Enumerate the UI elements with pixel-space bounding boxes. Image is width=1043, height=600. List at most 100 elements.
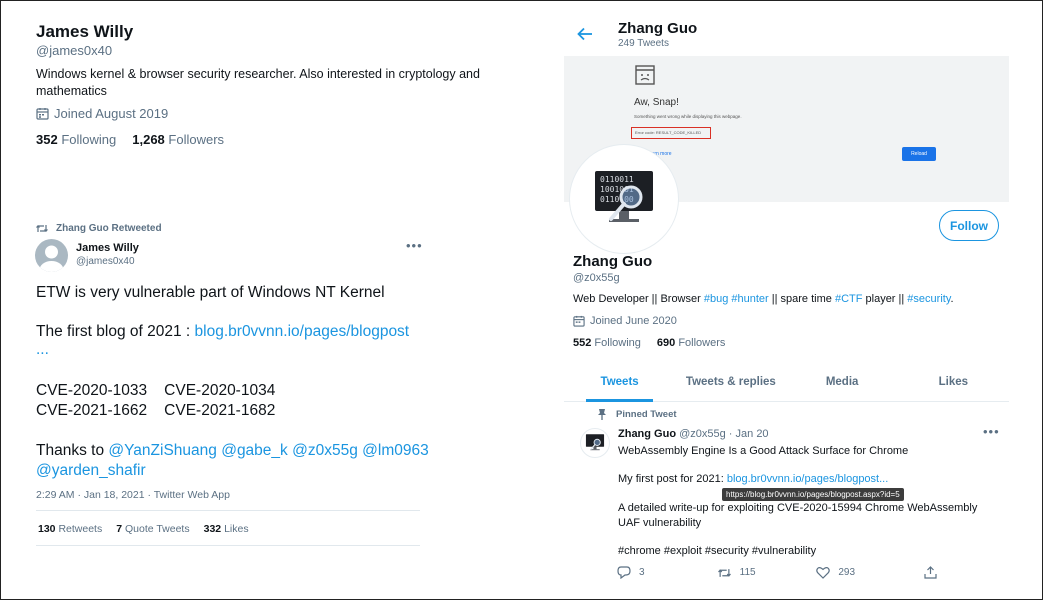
tweet-text: My first post for 2021: (618, 473, 727, 485)
left-profile-stats: 352 Following 1,268 Followers (36, 132, 224, 147)
calendar-icon (573, 315, 585, 327)
bio-text: Web Developer || Browser (573, 293, 704, 305)
quotes-count: 7 (116, 523, 123, 535)
following-label: Following (61, 132, 117, 147)
bio-text: || spare time (768, 293, 835, 305)
following-link[interactable]: 352 Following (36, 132, 116, 147)
retweet-icon (717, 567, 732, 579)
profile-bio: Web Developer || Browser #bug #hunter ||… (573, 293, 954, 305)
retweets-count-link[interactable]: 130 Retweets (38, 523, 102, 535)
tweet-text-line: The first blog of 2021 : blog.br0vvnn.io… (36, 323, 409, 341)
binary-magnifier-icon (585, 434, 605, 451)
retweet-author-handle: @james0x40 (76, 256, 135, 267)
tweet-text-line: @yarden_shafir (36, 462, 146, 480)
likes-count-link[interactable]: 332 Likes (204, 523, 249, 535)
share-button[interactable] (924, 566, 937, 579)
hashtag-link[interactable]: #CTF (835, 293, 863, 305)
left-profile-bio: Windows kernel & browser security resear… (36, 66, 486, 100)
tab-media[interactable]: Media (787, 362, 898, 401)
thanks-text: Thanks to (36, 442, 109, 459)
followers-link[interactable]: 690 Followers (657, 337, 726, 349)
retweet-button[interactable]: 115 (717, 566, 817, 579)
following-link[interactable]: 552 Following (573, 337, 641, 349)
avatar[interactable] (35, 239, 68, 272)
hashtags-line[interactable]: #chrome #exploit #security #vulnerabilit… (618, 545, 816, 557)
blog-link[interactable]: blog.br0vvnn.io/pages/blogpost (195, 323, 410, 340)
left-profile-joined: Joined August 2019 (36, 106, 168, 121)
joined-text: Joined August 2019 (54, 106, 169, 121)
pinned-label-text: Pinned Tweet (616, 408, 677, 420)
cve-id: CVE-2021-1662 (36, 402, 148, 419)
following-label: Following (594, 337, 641, 349)
profile-handle: @z0x55g (573, 272, 620, 284)
link-ellipsis[interactable]: ... (36, 341, 49, 358)
following-count: 552 (573, 337, 592, 349)
mention-link[interactable]: @lm0963 (362, 442, 429, 459)
bio-text: player || (862, 293, 908, 305)
followers-label: Followers (678, 337, 726, 349)
default-avatar-icon (39, 245, 64, 272)
tweet-timestamp[interactable]: 2:29 AM · Jan 18, 2021 · Twitter Web App (36, 489, 230, 501)
profile-name: Zhang Guo (573, 253, 653, 270)
likes-count: 332 (203, 523, 222, 535)
tab-tweets[interactable]: Tweets (564, 362, 675, 402)
blog-link[interactable]: blog.br0vvnn.io/pages/blogpost... (727, 473, 888, 485)
retweet-icon (36, 223, 48, 234)
profile-avatar[interactable]: 0110011 1001001 0110100 (570, 145, 678, 253)
reply-button[interactable]: 3 (617, 566, 717, 579)
tweet-text-line: Thanks to @YanZiShuang @gabe_k @z0x55g @… (36, 442, 429, 460)
mention-link[interactable]: @z0x55g (292, 442, 358, 459)
bio-line: Windows kernel & browser security resear… (36, 67, 480, 81)
hashtag-link[interactable]: #hunter (731, 293, 768, 305)
profile-stats: 552 Following 690 Followers (573, 337, 725, 349)
tweet-text: The first blog of 2021 : (36, 323, 195, 340)
reply-count: 3 (639, 567, 645, 578)
share-icon (924, 566, 937, 579)
quotes-count-link[interactable]: 7 Quote Tweets (116, 523, 189, 535)
cve-id: CVE-2020-1034 (164, 382, 276, 399)
pinned-author-name[interactable]: Zhang Guo (618, 428, 676, 440)
profile-tabs: Tweets Tweets & replies Media Likes (564, 362, 1009, 402)
hashtag-link[interactable]: #bug (704, 293, 728, 305)
avatar[interactable] (580, 428, 610, 458)
retweets-count: 130 (38, 523, 56, 535)
more-icon[interactable]: ••• (406, 238, 423, 253)
back-arrow-icon[interactable] (577, 27, 593, 41)
profile-joined: Joined June 2020 (573, 315, 677, 327)
cve-id: CVE-2020-1033 (36, 382, 148, 399)
sad-page-icon (634, 64, 656, 86)
calendar-icon (36, 107, 49, 120)
like-icon (816, 566, 831, 579)
cve-line: CVE-2020-1033 CVE-2020-1034 (36, 382, 275, 400)
svg-text:0110011: 0110011 (600, 175, 634, 184)
tab-tweets-replies[interactable]: Tweets & replies (675, 362, 786, 401)
divider (36, 510, 420, 511)
retweet-context: Zhang Guo Retweeted (36, 223, 162, 234)
banner-error-code: Error code: RESULT_CODE_KILLED (631, 127, 711, 139)
pin-icon (597, 408, 607, 420)
mention-link[interactable]: @yarden_shafir (36, 462, 146, 479)
joined-text: Joined June 2020 (590, 315, 677, 327)
retweet-context-text: Zhang Guo Retweeted (56, 223, 162, 234)
tweet-actions: 3 115 293 (617, 566, 937, 579)
mention-link[interactable]: @gabe_k (221, 442, 288, 459)
banner-error-title: Aw, Snap! (634, 97, 679, 108)
more-icon[interactable]: ••• (983, 424, 1000, 439)
retweet-author-name[interactable]: James Willy (76, 242, 139, 254)
tweet-text-line: UAF vulnerability (618, 517, 702, 529)
pinned-label: Pinned Tweet (597, 408, 677, 420)
like-button[interactable]: 293 (816, 566, 924, 579)
followers-count: 1,268 (132, 132, 165, 147)
tab-likes[interactable]: Likes (898, 362, 1009, 401)
hashtag-link[interactable]: #security (907, 293, 950, 305)
tweet-engagement-counts: 130 Retweets 7 Quote Tweets 332 Likes (38, 523, 249, 535)
binary-magnifier-icon: 0110011 1001001 0110100 (595, 171, 653, 222)
follow-button[interactable]: Follow (939, 210, 999, 241)
followers-label: Followers (168, 132, 225, 147)
header-profile-name: Zhang Guo (618, 20, 698, 37)
followers-count: 690 (656, 337, 676, 349)
bio-text: . (950, 293, 954, 305)
reply-icon (617, 566, 631, 579)
followers-link[interactable]: 1,268 Followers (132, 132, 224, 147)
mention-link[interactable]: @YanZiShuang (108, 442, 217, 459)
